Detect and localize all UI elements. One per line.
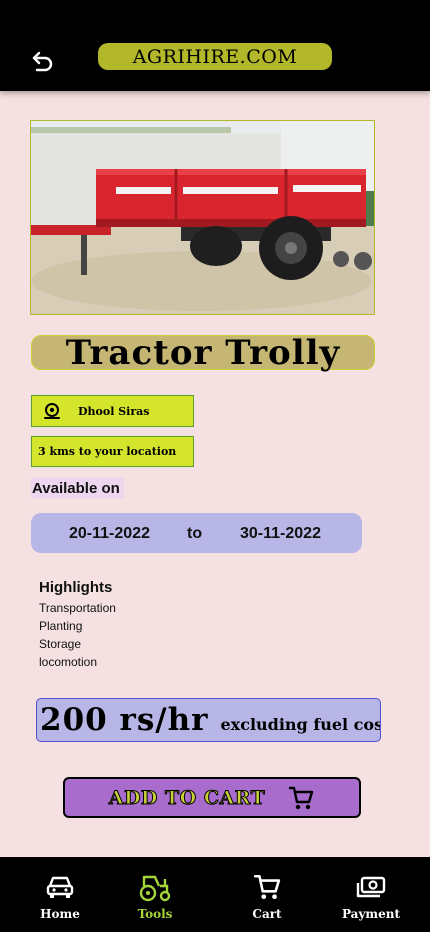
- available-label: Available on: [31, 478, 124, 498]
- date-from: 20-11-2022: [69, 525, 150, 542]
- nav-item-home[interactable]: Home: [15, 857, 105, 932]
- nav-label-home: Home: [40, 907, 80, 921]
- nav-item-cart[interactable]: Cart: [222, 857, 312, 932]
- nav-item-payment[interactable]: Payment: [326, 857, 416, 932]
- bottom-nav: Home Tools Cart Payment: [0, 857, 430, 932]
- date-to: 30-11-2022: [240, 525, 321, 542]
- car-icon: [46, 872, 74, 902]
- distance-badge: 3 kms to your location: [31, 436, 194, 467]
- tractor-icon: [138, 872, 172, 902]
- price-value: 200 rs/hr: [40, 702, 209, 738]
- location-text: Dhool Siras: [78, 404, 150, 418]
- date-separator: to: [187, 525, 203, 542]
- product-title: Tractor Trolly: [65, 332, 341, 373]
- price-note: excluding fuel cost: [220, 714, 381, 734]
- cash-icon: [356, 872, 386, 902]
- price-box: 200 rs/hr excluding fuel cost: [36, 698, 381, 742]
- nav-label-cart: Cart: [252, 907, 282, 921]
- list-item: Planting: [39, 619, 83, 633]
- shopping-cart-icon: [253, 872, 281, 902]
- highlights-list: Transportation Planting Storage locomoti…: [39, 600, 116, 672]
- list-item: locomotion: [39, 655, 98, 669]
- brand-title: AGRIHIRE.COM: [98, 43, 332, 70]
- back-button[interactable]: [28, 48, 56, 74]
- nav-label-payment: Payment: [341, 907, 401, 921]
- product-image: [30, 120, 375, 315]
- app-header: AGRIHIRE.COM: [0, 0, 430, 91]
- undo-arrow-icon: [32, 51, 53, 72]
- product-title-bar: Tractor Trolly: [31, 335, 375, 370]
- list-item: Transportation: [39, 601, 116, 615]
- nav-item-tools[interactable]: Tools: [110, 857, 200, 932]
- highlights-title: Highlights: [39, 579, 113, 596]
- availability-dates[interactable]: 20-11-2022 to 30-11-2022: [31, 513, 362, 553]
- map-pin-icon: [42, 401, 62, 421]
- nav-label-tools: Tools: [137, 907, 173, 921]
- add-to-cart-button[interactable]: ADD TO CART: [63, 777, 361, 818]
- location-badge: Dhool Siras: [31, 395, 194, 427]
- shopping-cart-icon: [287, 784, 315, 812]
- list-item: Storage: [39, 637, 82, 651]
- add-to-cart-label: ADD TO CART: [108, 786, 266, 809]
